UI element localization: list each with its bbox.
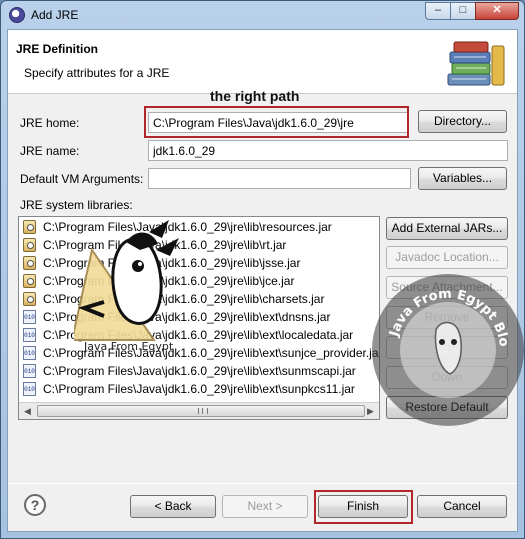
list-item[interactable]: C:\Program Files\Java\jdk1.6.0_29\jre\li…	[23, 236, 287, 254]
binary-jar-icon: 010	[23, 310, 36, 324]
list-item[interactable]: 010 C:\Program Files\Java\jdk1.6.0_29\jre…	[23, 380, 355, 398]
back-button[interactable]: < Back	[130, 495, 216, 518]
library-path: C:\Program Files\Java\jdk1.6.0_29\jre\li…	[43, 292, 325, 306]
scrollbar-thumb[interactable]	[37, 405, 365, 417]
library-path: C:\Program Files\Java\jdk1.6.0_29\jre\li…	[43, 220, 332, 234]
list-item[interactable]: C:\Program Files\Java\jdk1.6.0_29\jre\li…	[23, 254, 301, 272]
jre-home-label: JRE home:	[20, 116, 80, 130]
vm-args-label: Default VM Arguments:	[20, 172, 144, 186]
library-path: C:\Program Files\Java\jdk1.6.0_29\jre\li…	[43, 310, 331, 324]
up-button[interactable]: Up	[386, 336, 508, 359]
scroll-left-arrow-icon[interactable]: ◀	[19, 403, 36, 419]
list-item[interactable]: C:\Program Files\Java\jdk1.6.0_29\jre\li…	[23, 272, 295, 290]
list-item[interactable]: C:\Program Files\Java\jdk1.6.0_29\jre\li…	[23, 290, 325, 308]
page-subtitle: Specify attributes for a JRE	[24, 66, 170, 80]
vm-args-field[interactable]	[148, 168, 411, 189]
binary-jar-icon: 010	[23, 346, 36, 360]
libraries-list[interactable]: C:\Program Files\Java\jdk1.6.0_29\jre\li…	[18, 216, 380, 420]
library-path: C:\Program Files\Java\jdk1.6.0_29\jre\li…	[43, 274, 295, 288]
dialog-body: JRE Definition Specify attributes for a …	[7, 29, 524, 532]
wizard-header: JRE Definition Specify attributes for a …	[8, 30, 517, 94]
maximize-button[interactable]: □	[450, 2, 476, 20]
list-item[interactable]: 010 C:\Program Files\Java\jdk1.6.0_29\jre…	[23, 362, 356, 380]
cancel-button[interactable]: Cancel	[417, 495, 507, 518]
variables-button[interactable]: Variables...	[418, 167, 507, 190]
system-libraries-label: JRE system libraries:	[20, 198, 133, 212]
directory-button[interactable]: Directory...	[418, 110, 507, 133]
library-path: C:\Program Files\Java\jdk1.6.0_29\jre\li…	[43, 256, 301, 270]
jar-icon	[23, 274, 36, 288]
add-external-jars-button[interactable]: Add External JARs...	[386, 217, 508, 240]
help-icon[interactable]: ?	[24, 494, 46, 516]
remove-button[interactable]: Remove	[386, 306, 508, 329]
down-button[interactable]: Down	[386, 366, 508, 389]
javadoc-location-button[interactable]: Javadoc Location...	[386, 246, 508, 269]
grip-icon	[198, 408, 208, 414]
library-path: C:\Program Files\Java\jdk1.6.0_29\jre\li…	[43, 364, 356, 378]
jre-name-field[interactable]	[148, 140, 508, 161]
source-attachment-button[interactable]: Source Attachment...	[386, 276, 508, 299]
list-item[interactable]: 010 C:\Program Files\Java\jdk1.6.0_29\jre…	[23, 308, 331, 326]
title-bar[interactable]: Add JRE – □ ✕	[1, 1, 524, 29]
library-path: C:\Program Files\Java\jdk1.6.0_29\jre\li…	[43, 346, 380, 360]
binary-jar-icon: 010	[23, 382, 36, 396]
add-jre-dialog: Add JRE – □ ✕ JRE Definition Specify att…	[0, 0, 525, 539]
scroll-right-arrow-icon[interactable]: ▶	[362, 403, 379, 419]
jre-home-field[interactable]	[148, 112, 408, 133]
jre-name-label: JRE name:	[20, 144, 80, 158]
binary-jar-icon: 010	[23, 328, 36, 342]
list-item[interactable]: 010 C:\Program Files\Java\jdk1.6.0_29\jre…	[23, 326, 354, 344]
library-path: C:\Program Files\Java\jdk1.6.0_29\jre\li…	[43, 328, 354, 342]
next-button[interactable]: Next >	[222, 495, 308, 518]
minimize-button[interactable]: –	[425, 2, 451, 20]
annotation-label: the right path	[210, 88, 300, 104]
restore-default-button[interactable]: Restore Default	[386, 396, 508, 419]
jar-icon	[23, 238, 36, 252]
close-button[interactable]: ✕	[475, 2, 519, 20]
window-title: Add JRE	[31, 8, 79, 22]
footer-separator	[8, 483, 517, 484]
jar-icon	[23, 256, 36, 270]
eclipse-icon	[9, 7, 25, 23]
list-item[interactable]: C:\Program Files\Java\jdk1.6.0_29\jre\li…	[23, 218, 332, 236]
library-books-icon	[447, 41, 505, 86]
page-title: JRE Definition	[16, 42, 99, 56]
library-path: C:\Program Files\Java\jdk1.6.0_29\jre\li…	[43, 382, 355, 396]
horizontal-scrollbar[interactable]: ◀ ▶	[19, 402, 379, 419]
jar-icon	[23, 292, 36, 306]
jar-icon	[23, 220, 36, 234]
library-path: C:\Program Files\Java\jdk1.6.0_29\jre\li…	[43, 238, 287, 252]
finish-button[interactable]: Finish	[318, 495, 408, 518]
binary-jar-icon: 010	[23, 364, 36, 378]
list-item[interactable]: 010 C:\Program Files\Java\jdk1.6.0_29\jre…	[23, 344, 380, 362]
